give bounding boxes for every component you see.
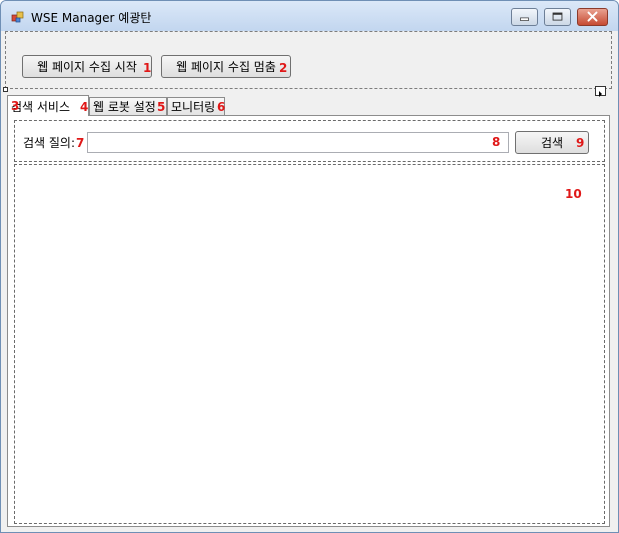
tab-search-service-label: 검색 서비스 xyxy=(11,99,71,114)
search-query-input[interactable] xyxy=(87,132,509,153)
tab-strip: 검색 서비스 웹 로봇 설정 모니터링 3 4 5 6 xyxy=(5,95,612,116)
control-panel: 웹 페이지 수집 시작 웹 페이지 수집 멈춤 1 2 xyxy=(5,31,612,89)
start-crawl-label: 웹 페이지 수집 시작 xyxy=(37,60,137,74)
marker-2: 2 xyxy=(279,61,288,75)
search-results-area[interactable]: 10 xyxy=(14,164,605,524)
maximize-icon xyxy=(552,12,563,21)
tab-monitoring-label: 모니터링 xyxy=(171,100,216,114)
splitter-handle[interactable] xyxy=(3,87,8,92)
marker-3: 3 xyxy=(11,99,20,113)
close-icon xyxy=(587,11,598,22)
close-button[interactable] xyxy=(577,8,608,26)
search-query-label: 검색 질의: xyxy=(23,136,76,150)
search-panel: 검색 질의: 7 8 검색 9 xyxy=(14,120,605,162)
window-title: WSE Manager 예광탄 xyxy=(31,11,152,25)
marker-5: 5 xyxy=(157,100,166,114)
maximize-button[interactable] xyxy=(544,8,571,26)
title-bar[interactable]: WSE Manager 예광탄 xyxy=(1,1,618,31)
client-area: 웹 페이지 수집 시작 웹 페이지 수집 멈춤 1 2 검색 서비스 웹 로봇 … xyxy=(3,31,612,529)
minimize-icon xyxy=(520,17,529,21)
marker-9: 9 xyxy=(576,136,585,150)
marker-6: 6 xyxy=(217,100,226,114)
stop-crawl-button[interactable]: 웹 페이지 수집 멈춤 xyxy=(161,55,291,78)
tab-web-robot-settings-label: 웹 로봇 설정 xyxy=(93,100,156,114)
tab-web-robot-settings[interactable]: 웹 로봇 설정 xyxy=(89,97,167,115)
marker-4: 4 xyxy=(80,100,89,114)
stop-crawl-label: 웹 페이지 수집 멈춤 xyxy=(176,60,276,74)
search-service-page: 검색 질의: 7 8 검색 9 10 xyxy=(7,115,610,527)
start-crawl-button[interactable]: 웹 페이지 수집 시작 xyxy=(22,55,152,78)
marker-10: 10 xyxy=(565,187,582,201)
marker-1: 1 xyxy=(143,61,152,75)
marker-7: 7 xyxy=(76,136,85,150)
minimize-button[interactable] xyxy=(511,8,538,26)
app-window: WSE Manager 예광탄 웹 페이지 수집 시작 웹 페이지 수집 멈춤 xyxy=(0,0,619,533)
marker-8: 8 xyxy=(492,135,501,149)
app-icon xyxy=(11,11,24,23)
search-button-label: 검색 xyxy=(540,136,564,150)
